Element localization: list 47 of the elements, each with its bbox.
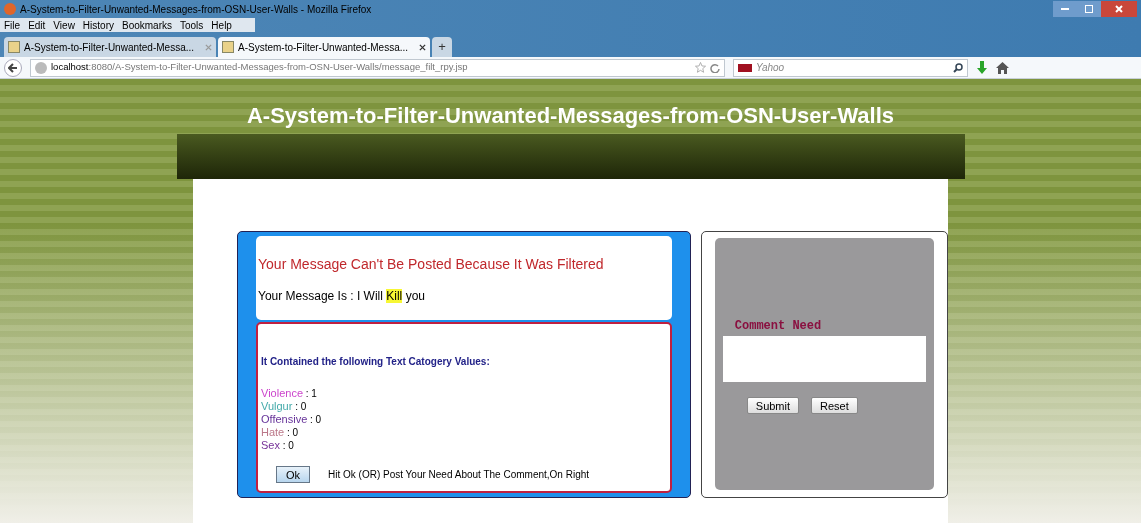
back-arrow-icon xyxy=(8,62,18,73)
menu-item[interactable]: History xyxy=(82,17,114,33)
back-button[interactable] xyxy=(4,58,22,77)
browser-tab[interactable]: A-System-to-Filter-Unwanted-Messa... xyxy=(218,37,430,57)
message-text: Your Message Is : I Will Kill you xyxy=(258,288,426,305)
category-value: Sex : 0 xyxy=(261,439,295,452)
window-title: A-System-to-Filter-Unwanted-Messages-from-OSN-User-Walls - Mozilla Firefox xyxy=(20,2,372,17)
url-text: localhost:8080/A-System-to-Filter-Unwanted-Messages-from-OSN-User-Walls/message_filt_rpy.jsp xyxy=(51,60,468,75)
menu-item[interactable]: File xyxy=(4,17,21,33)
submit-button[interactable]: Submit xyxy=(746,397,800,414)
search-input[interactable]: Yahoo xyxy=(756,60,949,75)
close-icon[interactable] xyxy=(419,43,426,51)
menu-item[interactable]: Tools xyxy=(180,17,204,33)
reset-button[interactable]: Reset xyxy=(811,397,858,414)
comment-label: Comment Need xyxy=(733,318,823,335)
search-icon[interactable] xyxy=(953,62,963,73)
category-value: Violence : 1 xyxy=(261,387,318,400)
close-icon xyxy=(1115,5,1123,13)
comment-field[interactable] xyxy=(722,336,926,382)
ok-button[interactable]: Ok xyxy=(276,466,310,483)
search-field[interactable]: Yahoo xyxy=(733,58,968,77)
close-button[interactable] xyxy=(1101,1,1137,17)
menu-item[interactable]: Edit xyxy=(28,17,46,33)
menu-item[interactable]: Help xyxy=(211,17,232,33)
menu-item[interactable]: Bookmarks xyxy=(122,17,172,33)
new-tab-button[interactable]: + xyxy=(432,37,452,57)
page-title: A-System-to-Filter-Unwanted-Messages-from-OSN-User-Walls xyxy=(246,102,895,130)
star-icon[interactable] xyxy=(695,62,706,73)
menu-item[interactable]: View xyxy=(53,17,75,33)
browser-logo-icon xyxy=(4,3,16,15)
category-value: Hate : 0 xyxy=(261,426,300,439)
minimize-button[interactable] xyxy=(1053,1,1077,17)
page-icon xyxy=(8,41,20,53)
filter-heading: Your Message Can't Be Posted Because It Was Filtered xyxy=(258,255,605,274)
hint-text: Hit Ok (OR) Post Your Need About The Comment,On Right xyxy=(328,468,590,482)
page-icon xyxy=(222,41,234,53)
category-value: Offensive : 0 xyxy=(261,413,323,426)
address-bar[interactable]: localhost:8080/A-System-to-Filter-Unwanted-Messages-from-OSN-User-Walls/message_filt_rpy.jsp xyxy=(30,58,725,77)
reload-icon[interactable] xyxy=(710,62,720,73)
category-heading: It Contained the following Text Catogery Values: xyxy=(261,355,491,369)
download-icon[interactable] xyxy=(976,60,988,75)
browser-tab[interactable]: A-System-to-Filter-Unwanted-Messa... xyxy=(4,37,216,57)
category-value: Vulgur : 0 xyxy=(261,400,308,413)
restore-button[interactable] xyxy=(1077,1,1101,17)
home-icon[interactable] xyxy=(996,61,1009,74)
tab-label: A-System-to-Filter-Unwanted-Messa... xyxy=(238,40,409,55)
tab-label: A-System-to-Filter-Unwanted-Messa... xyxy=(24,40,195,55)
